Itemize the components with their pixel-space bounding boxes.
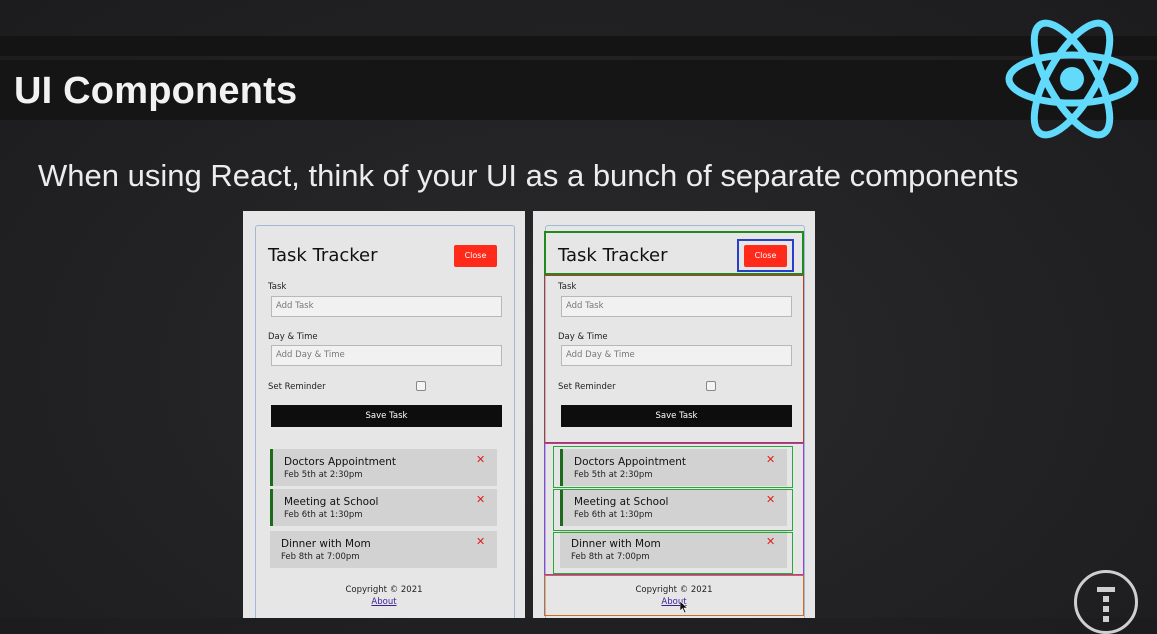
task-item[interactable]: Meeting at School Feb 6th at 1:30pm ✕: [270, 489, 497, 526]
app-screenshot-plain: Task Tracker Close Task Add Task Day & T…: [243, 211, 525, 618]
task-day: Feb 8th at 7:00pm: [281, 552, 360, 562]
save-task-button[interactable]: Save Task: [271, 405, 502, 427]
delete-icon[interactable]: ✕: [476, 453, 485, 466]
footer-component-outline: [544, 575, 804, 616]
button-component-outline: [737, 239, 794, 272]
task-component-outline: [553, 489, 793, 531]
mouse-cursor-icon: [680, 601, 688, 613]
app-screenshot-components: Task Tracker Close Task Add Task Day & T…: [533, 211, 815, 618]
close-button[interactable]: Close: [454, 245, 497, 267]
channel-logo-icon: [1074, 570, 1138, 634]
task-component-outline: [553, 532, 793, 574]
task-item[interactable]: Dinner with Mom Feb 8th at 7:00pm ✕: [270, 531, 497, 568]
task-text: Doctors Appointment: [284, 456, 397, 468]
reminder-label: Set Reminder: [268, 382, 326, 392]
top-stripe: [0, 36, 1157, 56]
task-component-outline: [553, 446, 793, 488]
task-item[interactable]: Doctors Appointment Feb 5th at 2:30pm ✕: [270, 449, 497, 486]
slide-title: UI Components: [14, 70, 298, 112]
day-input[interactable]: Add Day & Time: [271, 345, 502, 366]
delete-icon[interactable]: ✕: [476, 535, 485, 548]
react-atom-icon: [1005, 19, 1139, 139]
task-text: Dinner with Mom: [281, 538, 371, 550]
footer-copyright: Copyright © 2021: [345, 585, 423, 595]
day-label: Day & Time: [268, 332, 318, 342]
delete-icon[interactable]: ✕: [476, 493, 485, 506]
task-day: Feb 6th at 1:30pm: [284, 510, 363, 520]
task-day: Feb 5th at 2:30pm: [284, 470, 363, 480]
task-label: Task: [268, 282, 287, 292]
reminder-checkbox[interactable]: [416, 381, 426, 391]
slide-subtitle: When using React, think of your UI as a …: [38, 158, 1019, 193]
task-text: Meeting at School: [284, 496, 379, 508]
footer-about-link[interactable]: About: [243, 597, 525, 607]
task-input[interactable]: Add Task: [271, 296, 502, 317]
add-task-component-outline: [544, 275, 804, 443]
app-title: Task Tracker: [268, 245, 378, 266]
